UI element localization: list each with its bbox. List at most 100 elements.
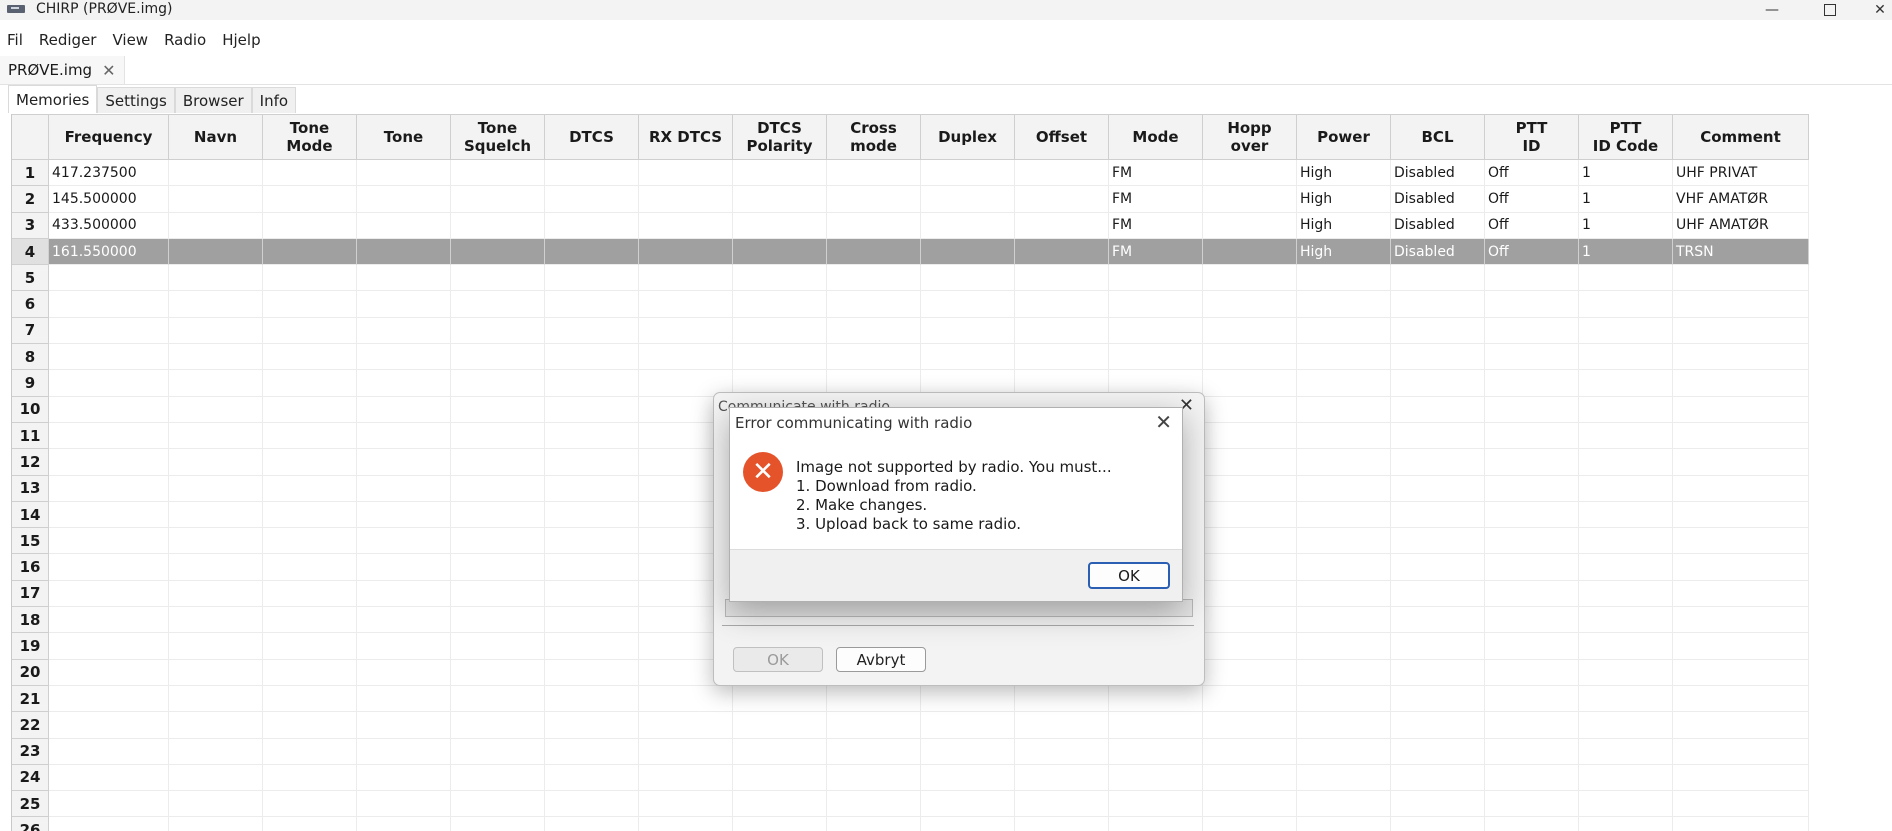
grid-cell[interactable]: UHF PRIVAT	[1673, 160, 1809, 187]
grid-cell[interactable]	[263, 791, 357, 818]
grid-cell[interactable]	[545, 817, 639, 831]
row-number[interactable]: 3	[12, 212, 49, 239]
grid-cell[interactable]	[1485, 685, 1579, 713]
grid-cell[interactable]	[357, 685, 451, 713]
tab-browser[interactable]: Browser	[174, 87, 252, 113]
grid-cell[interactable]	[1673, 633, 1809, 660]
grid-cell[interactable]	[545, 291, 639, 318]
grid-cell[interactable]	[357, 633, 451, 660]
grid-cell[interactable]	[1015, 291, 1109, 318]
grid-cell[interactable]	[1579, 554, 1673, 581]
grid-cell[interactable]	[1579, 449, 1673, 476]
column-header[interactable]: Power	[1297, 114, 1391, 160]
grid-cell[interactable]	[1203, 422, 1297, 450]
grid-cell[interactable]	[357, 160, 451, 187]
column-header[interactable]: Navn	[169, 114, 263, 160]
grid-cell[interactable]: 433.500000	[49, 212, 169, 239]
grid-cell[interactable]	[545, 212, 639, 239]
grid-cell[interactable]	[639, 712, 733, 739]
grid-cell[interactable]	[1203, 554, 1297, 581]
column-header[interactable]: Frequency	[49, 114, 169, 160]
grid-cell[interactable]	[263, 186, 357, 213]
row-number[interactable]: 6	[12, 291, 49, 318]
grid-cell[interactable]	[451, 344, 545, 371]
grid-cell[interactable]	[451, 633, 545, 660]
row-number[interactable]: 20	[12, 659, 49, 686]
grid-cell[interactable]	[1297, 712, 1391, 739]
grid-cell[interactable]	[545, 449, 639, 476]
grid-cell[interactable]	[357, 712, 451, 739]
grid-cell[interactable]	[1485, 396, 1579, 423]
grid-cell[interactable]: FM	[1109, 212, 1203, 239]
grid-cell[interactable]	[1015, 317, 1109, 345]
grid-cell[interactable]	[1485, 791, 1579, 818]
grid-cell[interactable]	[545, 317, 639, 345]
grid-cell[interactable]	[1203, 712, 1297, 739]
grid-cell[interactable]	[1297, 501, 1391, 529]
grid-cell[interactable]	[451, 370, 545, 397]
grid-cell[interactable]	[451, 212, 545, 239]
column-header[interactable]: BCL	[1391, 114, 1485, 160]
grid-cell[interactable]	[1297, 554, 1391, 581]
grid-cell[interactable]	[1109, 764, 1203, 792]
grid-cell[interactable]	[1109, 712, 1203, 739]
grid-cell[interactable]	[263, 317, 357, 345]
grid-cell[interactable]	[545, 160, 639, 187]
grid-cell[interactable]	[1485, 738, 1579, 765]
grid-cell[interactable]	[357, 501, 451, 529]
row-number[interactable]: 25	[12, 791, 49, 818]
grid-cell[interactable]	[1297, 475, 1391, 502]
table-row[interactable]: 5	[12, 265, 1809, 292]
grid-cell[interactable]	[1297, 685, 1391, 713]
grid-cell[interactable]	[733, 344, 827, 371]
grid-cell[interactable]	[1579, 475, 1673, 502]
grid-cell[interactable]	[451, 817, 545, 831]
grid-cell[interactable]	[169, 580, 263, 608]
column-header[interactable]: Mode	[1109, 114, 1203, 160]
grid-cell[interactable]	[545, 344, 639, 371]
grid-cell[interactable]	[545, 791, 639, 818]
grid-cell[interactable]	[1391, 422, 1485, 450]
grid-cell[interactable]	[169, 817, 263, 831]
column-header[interactable]: DTCS	[545, 114, 639, 160]
grid-cell[interactable]	[1579, 791, 1673, 818]
tab-settings[interactable]: Settings	[97, 87, 175, 113]
column-header[interactable]: Comment	[1673, 114, 1809, 160]
row-number[interactable]: 17	[12, 580, 49, 608]
column-header[interactable]: Offset	[1015, 114, 1109, 160]
grid-cell[interactable]	[545, 738, 639, 765]
table-row[interactable]: 23	[12, 738, 1809, 765]
grid-cell[interactable]	[827, 791, 921, 818]
grid-cell[interactable]	[1109, 265, 1203, 292]
row-number[interactable]: 10	[12, 396, 49, 423]
grid-cell[interactable]: FM	[1109, 186, 1203, 213]
grid-cell[interactable]	[1579, 528, 1673, 555]
grid-cell[interactable]	[263, 607, 357, 634]
grid-cell[interactable]	[639, 238, 733, 266]
grid-cell[interactable]	[1579, 265, 1673, 292]
grid-cell[interactable]	[733, 160, 827, 187]
grid-cell[interactable]	[1673, 580, 1809, 608]
table-row[interactable]: 6	[12, 291, 1809, 318]
grid-cell[interactable]	[1391, 633, 1485, 660]
row-number[interactable]: 4	[12, 238, 49, 266]
communicate-cancel-button[interactable]: Avbryt	[836, 647, 926, 672]
grid-cell[interactable]	[357, 212, 451, 239]
column-header[interactable]: Hopp over	[1203, 114, 1297, 160]
grid-cell[interactable]	[49, 764, 169, 792]
grid-cell[interactable]	[169, 265, 263, 292]
grid-cell[interactable]	[263, 449, 357, 476]
grid-cell[interactable]	[1203, 396, 1297, 423]
grid-cell[interactable]	[639, 791, 733, 818]
row-number[interactable]: 5	[12, 265, 49, 292]
grid-cell[interactable]	[545, 370, 639, 397]
grid-cell[interactable]	[639, 685, 733, 713]
grid-cell[interactable]: 1	[1579, 186, 1673, 213]
grid-cell[interactable]	[1203, 580, 1297, 608]
grid-cell[interactable]	[1391, 291, 1485, 318]
grid-cell[interactable]	[545, 186, 639, 213]
grid-cell[interactable]	[357, 317, 451, 345]
grid-cell[interactable]	[1579, 817, 1673, 831]
grid-cell[interactable]	[1485, 291, 1579, 318]
grid-cell[interactable]	[545, 265, 639, 292]
